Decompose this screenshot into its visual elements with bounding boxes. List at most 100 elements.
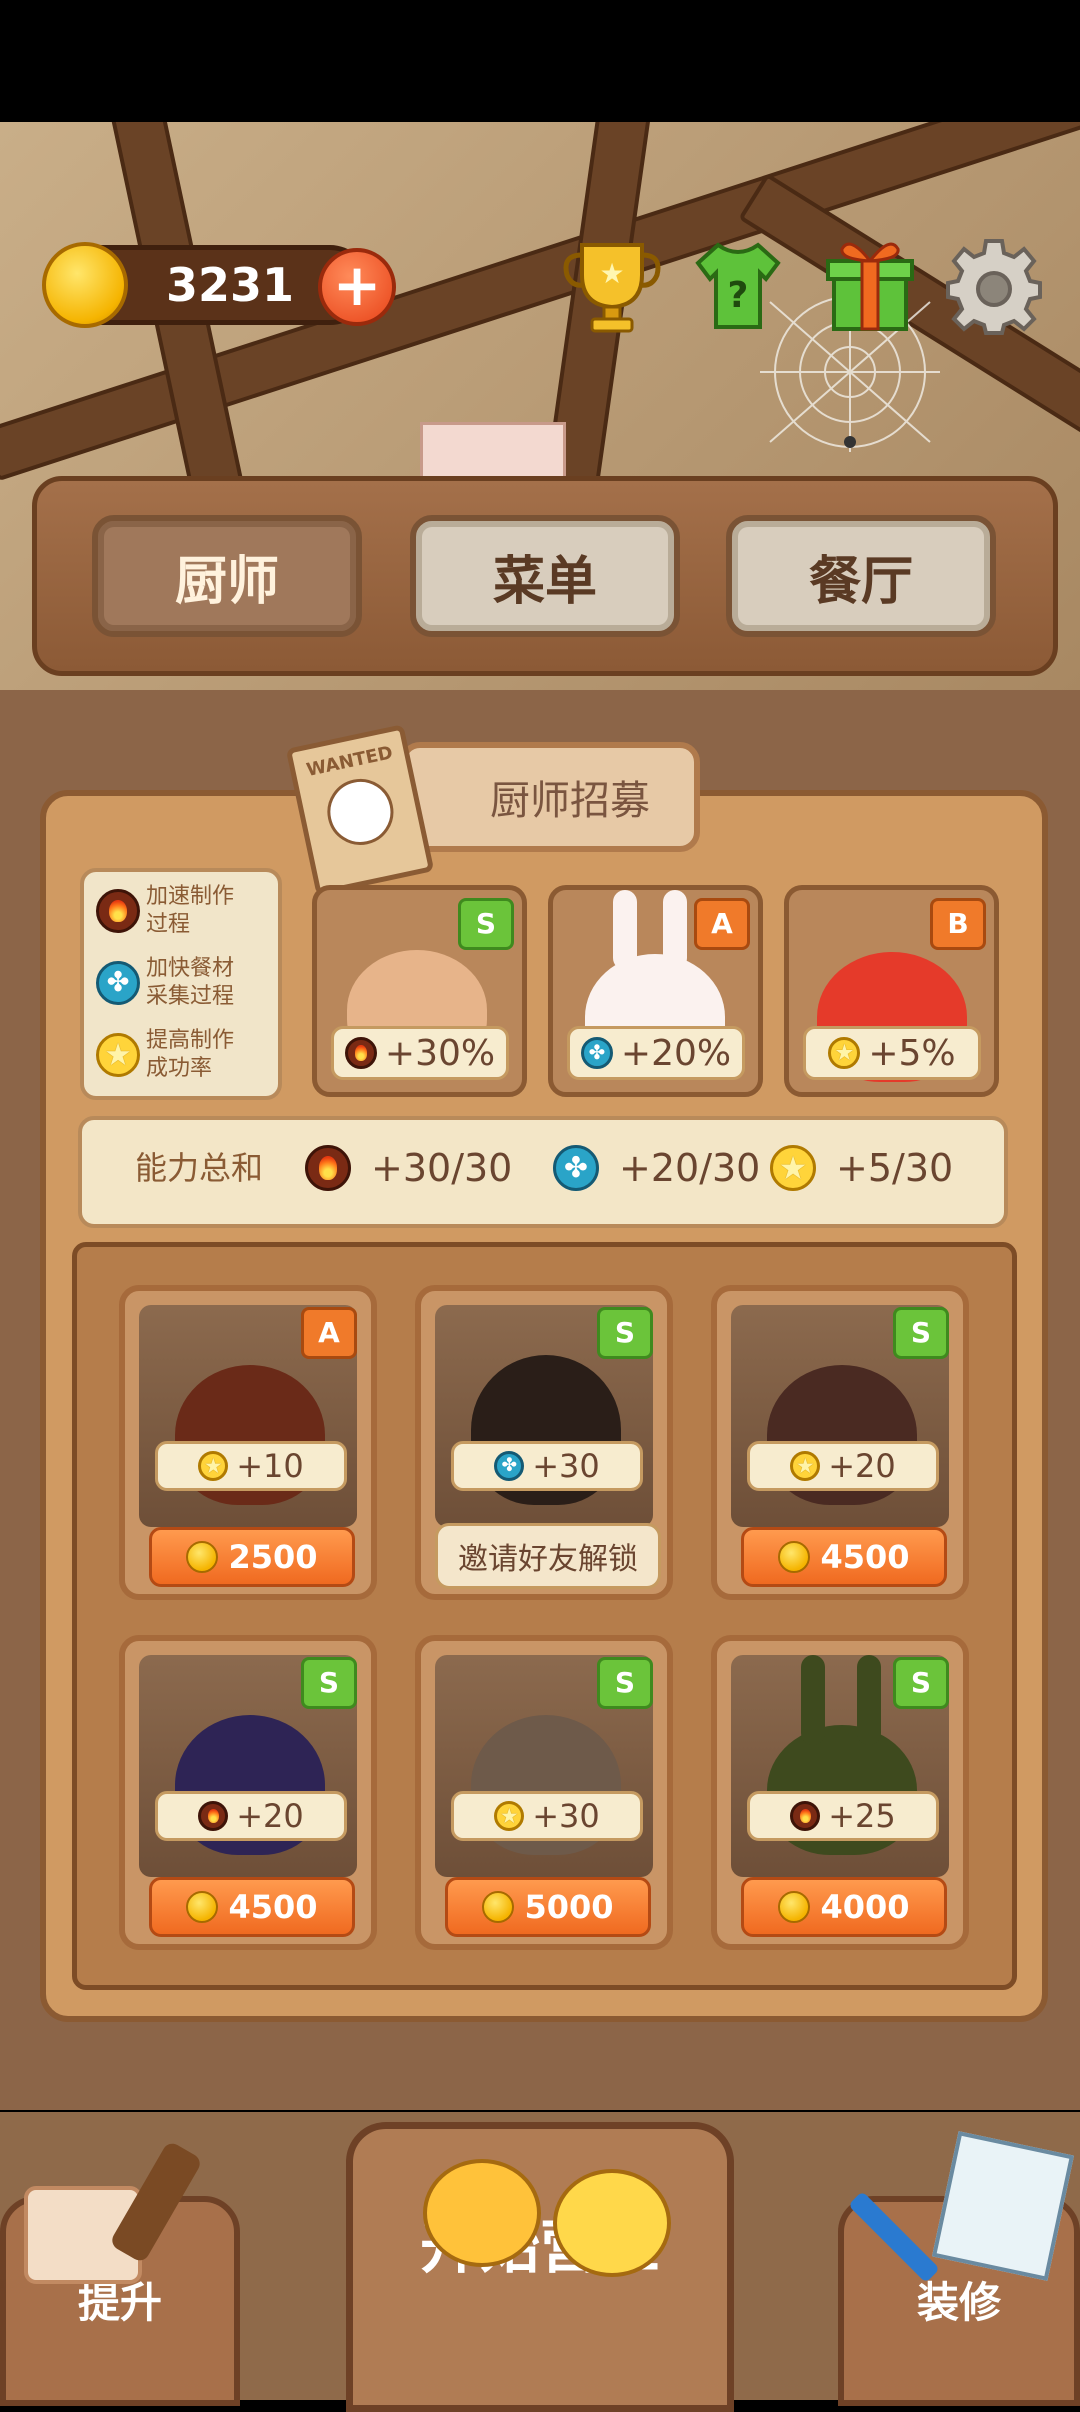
fan-icon — [553, 1145, 599, 1191]
chef-hat-icon — [321, 772, 400, 852]
svg-text:?: ? — [728, 275, 749, 316]
rank-badge: S — [893, 1657, 949, 1709]
bonus-value: +20 — [236, 1797, 304, 1835]
coin-count: 3231 — [165, 258, 295, 312]
bonus-value: +20 — [828, 1447, 896, 1485]
bonus-value: +30 — [532, 1447, 600, 1485]
rank-badge: S — [597, 1657, 653, 1709]
upgrade-button[interactable]: 提升 — [0, 2140, 240, 2406]
trophy-icon[interactable]: ★ — [562, 235, 662, 335]
coin-icon — [778, 1891, 811, 1923]
mystery-shirt-icon[interactable]: ? — [688, 235, 788, 335]
crown-coin-icon — [42, 242, 128, 328]
buy-chef-button[interactable]: 4000 — [741, 1877, 947, 1937]
legend-row-success: 提高制作成功率 — [84, 1020, 274, 1090]
total-value: +30/30 — [371, 1146, 513, 1190]
chef-card[interactable]: S +20 4500 — [119, 1635, 377, 1950]
bonus-tag: +20 — [155, 1791, 347, 1841]
selected-chef-slot[interactable]: B +5% — [784, 885, 999, 1097]
legend-text: 加快餐材 — [146, 956, 235, 981]
buy-chef-button[interactable]: 2500 — [149, 1527, 355, 1587]
total-star: +5/30 — [770, 1142, 953, 1194]
bunny-ear — [663, 890, 687, 970]
selected-chef-slot[interactable]: A +20% — [548, 885, 763, 1097]
selected-chef-slot[interactable]: S +30% — [312, 885, 527, 1097]
tab-chef[interactable]: 厨师 — [92, 515, 362, 637]
settings-gear-icon[interactable] — [944, 235, 1044, 335]
coin-icon — [186, 1541, 219, 1573]
star-icon — [198, 1451, 229, 1481]
chick-chef-icon — [553, 2169, 671, 2277]
coin-icon — [482, 1891, 515, 1923]
bonus-tag: +30% — [331, 1026, 509, 1080]
tab-restaurant[interactable]: 餐厅 — [726, 515, 996, 637]
price-value: 5000 — [524, 1888, 614, 1926]
tab-menu[interactable]: 菜单 — [410, 515, 680, 637]
fire-icon — [96, 889, 140, 933]
total-value: +5/30 — [836, 1146, 954, 1190]
bonus-tag: +20% — [567, 1026, 745, 1080]
fire-icon — [305, 1145, 351, 1191]
wanted-text: WANTED — [304, 742, 395, 781]
blueprint-icon — [931, 2131, 1075, 2281]
buy-chef-button[interactable]: 5000 — [445, 1877, 651, 1937]
rank-badge: S — [597, 1307, 653, 1359]
invite-unlock-button[interactable]: 邀请好友解锁 — [435, 1523, 661, 1589]
legend-text: 过程 — [146, 912, 191, 937]
recruit-title: 厨师招募 — [400, 742, 700, 852]
bonus-value: +10 — [236, 1447, 304, 1485]
bunny-ear — [857, 1655, 881, 1745]
rank-badge: B — [930, 898, 986, 950]
legend-text: 加速制作 — [146, 884, 235, 909]
rank-badge: S — [301, 1657, 357, 1709]
star-icon — [494, 1801, 525, 1831]
bonus-tag: +5% — [803, 1026, 981, 1080]
recruit-title-text: 厨师招募 — [490, 778, 650, 824]
bonus-value: +25 — [828, 1797, 896, 1835]
chef-card[interactable]: S +30 5000 — [415, 1635, 673, 1950]
start-business-button[interactable]: 开始营业 — [346, 2122, 734, 2412]
decorate-button[interactable]: 装修 — [838, 2131, 1080, 2406]
fan-icon — [580, 1037, 613, 1069]
fire-icon — [198, 1801, 229, 1831]
fire-icon — [344, 1037, 377, 1069]
total-fire: +30/30 — [305, 1142, 512, 1194]
legend-text: 采集过程 — [146, 984, 235, 1009]
price-value: 2500 — [228, 1538, 318, 1576]
coin-icon — [186, 1891, 219, 1923]
legend-row-speed: 加速制作 过程 — [84, 876, 274, 946]
rank-badge: A — [301, 1307, 357, 1359]
fan-icon — [494, 1451, 525, 1481]
buy-chef-button[interactable]: 4500 — [149, 1877, 355, 1937]
chef-card[interactable]: A +10 2500 — [119, 1285, 377, 1600]
add-coins-button[interactable]: + — [318, 248, 396, 326]
chef-list[interactable]: A +10 2500 S +30 邀请好友解锁 S +20 4500 S +20… — [72, 1242, 1017, 1990]
bunny-ear — [613, 890, 637, 970]
fire-icon — [790, 1801, 821, 1831]
bonus-value: +20% — [620, 1032, 732, 1074]
rank-badge: A — [694, 898, 750, 950]
rank-badge: S — [893, 1307, 949, 1359]
coin-icon — [778, 1541, 811, 1573]
buy-chef-button[interactable]: 4500 — [741, 1527, 947, 1587]
price-value: 4500 — [228, 1888, 318, 1926]
rank-badge: S — [458, 898, 514, 950]
price-value: 4000 — [820, 1888, 910, 1926]
bonus-value: +30% — [384, 1032, 496, 1074]
ability-total-label: 能力总和 — [135, 1149, 264, 1187]
chick-chef-icon — [423, 2159, 541, 2267]
legend-text: 成功率 — [146, 1056, 213, 1081]
chef-card[interactable]: S +20 4500 — [711, 1285, 969, 1600]
gift-icon[interactable] — [820, 235, 920, 335]
total-value: +20/30 — [619, 1146, 761, 1190]
legend-row-gather: 加快餐材采集过程 — [84, 948, 274, 1018]
chef-card[interactable]: S +30 邀请好友解锁 — [415, 1285, 673, 1600]
chef-card[interactable]: S +25 4000 — [711, 1635, 969, 1950]
price-value: 4500 — [820, 1538, 910, 1576]
bonus-value: +30 — [532, 1797, 600, 1835]
bonus-tag: +20 — [747, 1441, 939, 1491]
bonus-tag: +30 — [451, 1791, 643, 1841]
star-icon — [790, 1451, 821, 1481]
ability-legend: 加速制作过程 加快餐材采集过程 提高制作成功率 — [80, 868, 282, 1100]
bunny-ear — [801, 1655, 825, 1745]
